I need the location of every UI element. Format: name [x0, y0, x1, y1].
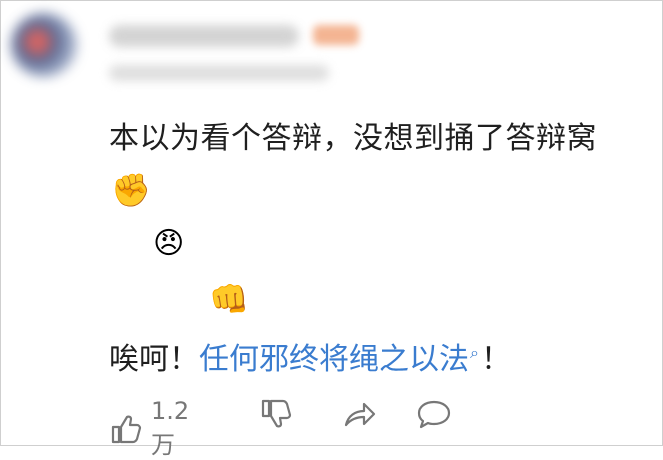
thumbs-down-icon — [259, 397, 293, 431]
comment-text-line2: 唉呵！任何邪终将绳之以法⌕！ — [109, 335, 511, 378]
user-badge-blurred — [313, 25, 359, 45]
like-count: 1.2万 — [151, 397, 190, 459]
comment-text-line1: 本以为看个答辩，没想到捅了答辩窝 — [109, 121, 597, 156]
thumbs-up-icon — [109, 412, 143, 446]
comment-meta-blurred — [109, 65, 329, 81]
username-blurred[interactable] — [109, 25, 299, 47]
dislike-button[interactable] — [259, 397, 293, 431]
like-button[interactable]: 1.2万 — [109, 397, 189, 460]
comment-card: 本以为看个答辩，没想到捅了答辩窝 ✊ 😠 👊 唉呵！任何邪终将绳之以法⌕！ 1.… — [0, 0, 663, 459]
raised-fist-emoji: ✊ — [111, 171, 151, 209]
comment-button[interactable] — [415, 397, 453, 431]
comment-text-suffix: ！ — [480, 342, 511, 377]
angry-face-emoji: 😠 — [153, 226, 185, 261]
share-button[interactable] — [341, 397, 377, 431]
search-link[interactable]: 任何邪终将绳之以法 — [199, 342, 469, 377]
oncoming-fist-emoji: 👊 — [209, 280, 249, 318]
comment-text-prefix: 唉呵！ — [109, 342, 199, 377]
comment-bubble-icon — [415, 397, 453, 431]
avatar[interactable] — [11, 13, 77, 77]
search-icon[interactable]: ⌕ — [470, 335, 479, 371]
share-arrow-icon — [341, 397, 377, 431]
